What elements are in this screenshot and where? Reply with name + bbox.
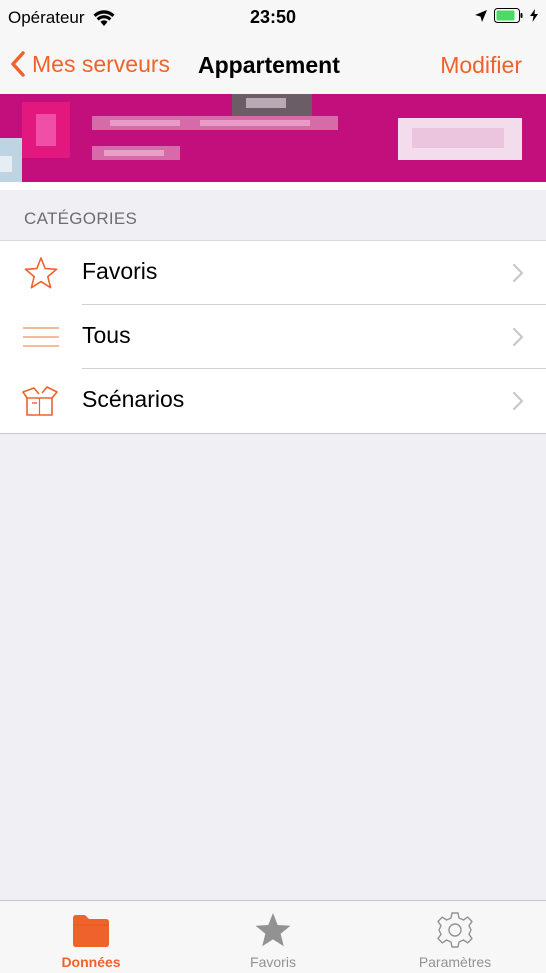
folder-icon [73,915,109,947]
star-outline-icon [24,257,58,289]
open-box-icon [22,386,58,416]
list-item-scenarios[interactable]: Scénarios [0,369,546,433]
tab-parametres[interactable]: Paramètres [364,901,546,973]
status-time: 23:50 [249,7,297,27]
list-lines-icon [23,327,59,347]
chevron-right-icon [512,327,524,347]
status-bar: Opérateur 23:50 [0,0,546,36]
gear-icon [437,912,473,948]
back-button[interactable]: Mes serveurs [10,50,170,78]
tab-label: Favoris [250,954,296,970]
banner-divider [0,182,546,190]
star-filled-icon [255,913,291,947]
status-right [474,8,538,23]
categories-list: Favoris Tous Scénarios [0,240,546,434]
list-item-label: Scénarios [82,386,185,412]
tab-donnees[interactable]: Données [0,901,182,973]
chevron-left-icon [11,51,25,77]
server-banner[interactable] [0,94,546,182]
chevron-right-icon [512,391,524,411]
list-item-label: Tous [82,322,131,348]
navigation-bar: Mes serveurs Appartement Modifier [0,36,546,94]
edit-button[interactable]: Modifier [440,52,522,79]
list-item-label: Favoris [82,258,158,284]
tab-bar: Données Favoris Paramètres [0,900,546,973]
chevron-right-icon [512,263,524,283]
list-item-favoris[interactable]: Favoris [0,241,546,305]
tab-favoris[interactable]: Favoris [182,901,364,973]
back-button-label: Mes serveurs [32,50,171,77]
battery-icon [494,8,523,23]
location-arrow-icon [475,9,487,22]
page-title: Appartement [198,52,340,78]
section-header-categories: CATÉGORIES [24,209,138,228]
tab-label: Paramètres [418,954,492,970]
list-item-tous[interactable]: Tous [0,305,546,369]
tab-label: Données [61,954,121,970]
charging-bolt-icon [530,9,538,22]
